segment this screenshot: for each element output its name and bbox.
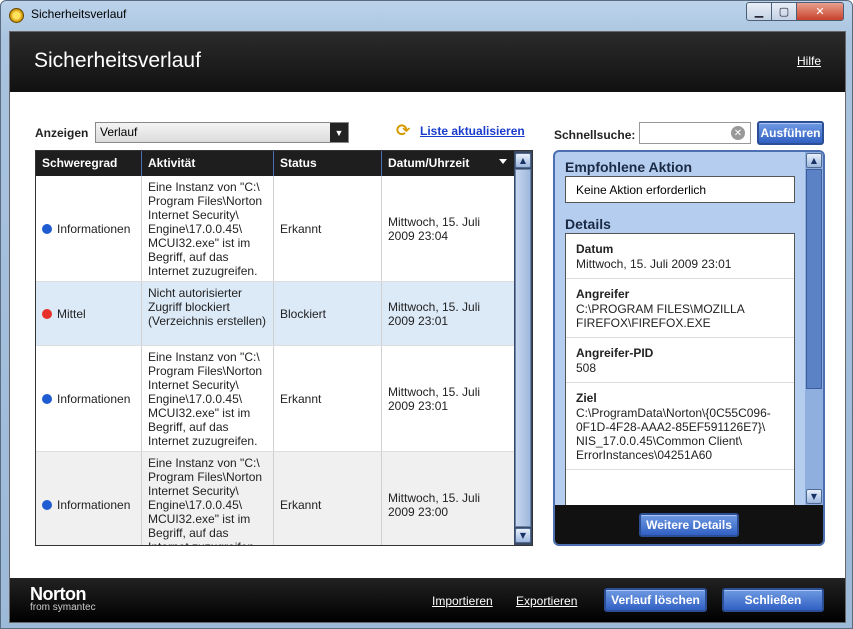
title-bar[interactable]: Sicherheitsverlauf ▁ ▢ ✕ <box>1 1 852 29</box>
activity-cell: Eine Instanz von "C:\ Program Files\Nort… <box>142 346 274 451</box>
close-button[interactable]: Schließen <box>722 588 824 612</box>
status-cell: Erkannt <box>274 346 382 451</box>
scroll-down-icon[interactable]: ▼ <box>515 528 531 543</box>
detail-title: Angreifer-PID <box>576 346 654 360</box>
clear-history-button[interactable]: Verlauf löschen <box>604 588 707 612</box>
scroll-down-icon[interactable]: ▼ <box>806 489 822 504</box>
scroll-thumb[interactable] <box>515 169 531 527</box>
quick-search-label: Schnellsuche: <box>554 128 636 142</box>
chevron-down-icon[interactable]: ▼ <box>330 123 348 142</box>
history-table: Schweregrad Aktivität Status Datum/Uhrze… <box>35 150 533 546</box>
quick-search-input[interactable]: ✕ <box>639 122 751 144</box>
recommended-action-value: Keine Aktion erforderlich <box>565 176 795 203</box>
scroll-thumb[interactable] <box>806 169 822 389</box>
close-icon: ✕ <box>815 5 825 18</box>
clear-search-icon[interactable]: ✕ <box>731 126 745 140</box>
col-status[interactable]: Status <box>274 151 382 176</box>
norton-logo: Norton from symantec <box>30 584 96 613</box>
refresh-icon: ⟳ <box>396 121 411 141</box>
date-cell: Mittwoch, 15. Juli 2009 23:01 <box>388 299 481 328</box>
header-bar: Sicherheitsverlauf Hilfe <box>10 32 845 92</box>
details-panel-footer: Weitere Details <box>555 505 823 544</box>
table-header: Schweregrad Aktivität Status Datum/Uhrze… <box>36 151 515 176</box>
recommended-action-title: Empfohlene Aktion <box>565 159 693 175</box>
table-scrollbar[interactable]: ▲ ▼ <box>514 151 532 545</box>
severity-cell: Mittel <box>36 282 142 345</box>
severity-text: Informationen <box>57 497 131 512</box>
refresh-list[interactable]: ⟳ Liste aktualisieren <box>396 122 525 140</box>
col-severity[interactable]: Schweregrad <box>36 151 142 176</box>
detail-title: Angreifer <box>576 287 630 301</box>
close-window-button[interactable]: ✕ <box>796 2 844 21</box>
detail-title: Datum <box>576 242 614 256</box>
severity-dot-icon <box>42 393 52 404</box>
severity-dot-icon <box>42 499 52 510</box>
execute-button[interactable]: Ausführen <box>757 121 824 145</box>
severity-dot-icon <box>42 308 52 319</box>
detail-value: 508 <box>576 361 597 375</box>
maximize-button[interactable]: ▢ <box>771 2 797 21</box>
export-link[interactable]: Exportieren <box>516 594 577 608</box>
view-dropdown[interactable]: Verlauf ▼ <box>95 122 349 143</box>
status-cell: Blockiert <box>274 282 382 345</box>
window-title: Sicherheitsverlauf <box>31 7 127 21</box>
table-row[interactable]: Informationen Eine Instanz von "C:\ Prog… <box>36 346 515 452</box>
severity-cell: Informationen <box>36 452 142 545</box>
table-body: Informationen Eine Instanz von "C:\ Prog… <box>36 176 515 545</box>
client-area: Sicherheitsverlauf Hilfe Anzeigen Verlau… <box>9 31 846 623</box>
details-title: Details <box>565 216 611 232</box>
date-cell: Mittwoch, 15. Juli 2009 23:04 <box>388 214 481 243</box>
table-row[interactable]: Informationen Eine Instanz von "C:\ Prog… <box>36 176 515 282</box>
logo-subtext: from symantec <box>30 602 96 613</box>
import-link[interactable]: Importieren <box>432 594 493 608</box>
details-scrollbar[interactable]: ▲ ▼ <box>805 152 823 505</box>
details-list: Datum Mittwoch, 15. Juli 2009 23:01 Angr… <box>565 233 795 513</box>
status-cell: Erkannt <box>274 176 382 281</box>
detail-value: C:\PROGRAM FILES\MOZILLA FIREFOX\FIREFOX… <box>576 302 745 330</box>
activity-cell: Eine Instanz von "C:\ Program Files\Nort… <box>142 452 274 545</box>
norton-app-icon <box>9 8 24 23</box>
severity-dot-icon <box>42 223 52 234</box>
date-cell: Mittwoch, 15. Juli 2009 23:00 <box>388 490 481 519</box>
show-label: Anzeigen <box>35 126 89 140</box>
severity-cell: Informationen <box>36 346 142 451</box>
view-dropdown-value: Verlauf <box>100 125 138 139</box>
col-activity[interactable]: Aktivität <box>142 151 274 176</box>
more-details-button[interactable]: Weitere Details <box>639 513 739 537</box>
table-row[interactable]: Mittel Nicht autorisierter Zugriff block… <box>36 282 515 346</box>
detail-value: Mittwoch, 15. Juli 2009 23:01 <box>576 257 732 271</box>
scroll-up-icon[interactable]: ▲ <box>806 153 822 168</box>
severity-cell: Informationen <box>36 176 142 281</box>
app-window: Sicherheitsverlauf ▁ ▢ ✕ Sicherheitsverl… <box>0 0 853 629</box>
detail-item: Ziel C:\ProgramData\Norton\{0C55C096-0F1… <box>566 383 794 470</box>
activity-cell: Eine Instanz von "C:\ Program Files\Nort… <box>142 176 274 281</box>
refresh-link[interactable]: Liste aktualisieren <box>420 124 525 138</box>
sort-desc-icon <box>499 159 507 164</box>
details-panel-content: Empfohlene Aktion Keine Aktion erforderl… <box>555 152 806 513</box>
severity-text: Mittel <box>57 306 86 321</box>
help-link[interactable]: Hilfe <box>797 54 821 68</box>
detail-item: Datum Mittwoch, 15. Juli 2009 23:01 <box>566 234 794 279</box>
col-datetime-label: Datum/Uhrzeit <box>388 156 470 170</box>
severity-text: Informationen <box>57 391 131 406</box>
scroll-up-icon[interactable]: ▲ <box>515 153 531 168</box>
col-datetime[interactable]: Datum/Uhrzeit <box>382 151 515 176</box>
activity-cell: Nicht autorisierter Zugriff blockiert (V… <box>142 282 274 345</box>
page-title: Sicherheitsverlauf <box>34 49 201 72</box>
maximize-icon: ▢ <box>778 5 790 18</box>
status-cell: Erkannt <box>274 452 382 545</box>
minimize-button[interactable]: ▁ <box>746 2 772 21</box>
date-cell: Mittwoch, 15. Juli 2009 23:01 <box>388 384 481 413</box>
detail-item: Angreifer C:\PROGRAM FILES\MOZILLA FIREF… <box>566 279 794 338</box>
table-row[interactable]: Informationen Eine Instanz von "C:\ Prog… <box>36 452 515 545</box>
minimize-icon: ▁ <box>754 5 764 18</box>
detail-value: C:\ProgramData\Norton\{0C55C096-0F1D-4F2… <box>576 406 771 462</box>
detail-item: Angreifer-PID 508 <box>566 338 794 383</box>
details-panel: Empfohlene Aktion Keine Aktion erforderl… <box>553 150 825 546</box>
severity-text: Informationen <box>57 221 131 236</box>
detail-title: Ziel <box>576 391 597 405</box>
footer-bar: Norton from symantec Importieren Exporti… <box>10 578 845 622</box>
